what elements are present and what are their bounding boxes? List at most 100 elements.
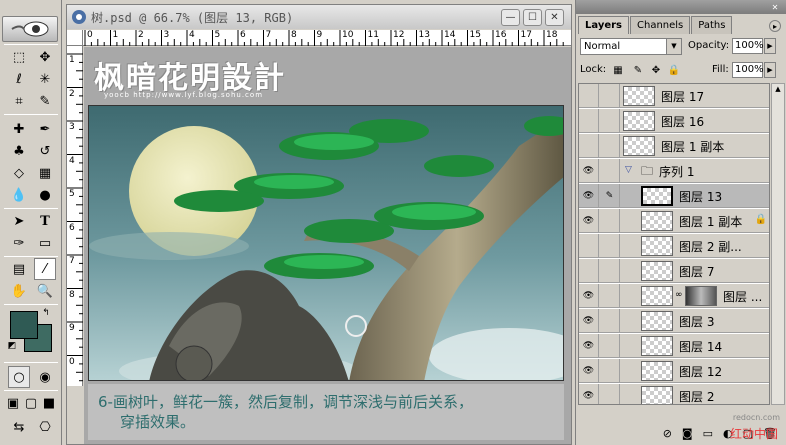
visibility-eye-icon[interactable]: [579, 134, 599, 157]
palette-close-icon[interactable]: ✕: [769, 1, 781, 13]
tab-paths[interactable]: Paths: [691, 16, 733, 34]
type-tool-icon[interactable]: T: [34, 210, 56, 232]
palette-menu-icon[interactable]: ▸: [769, 20, 781, 32]
layer-row[interactable]: 👁 图层 2: [579, 384, 769, 404]
zoom-tool-icon[interactable]: 🔍: [34, 280, 56, 302]
layer-row[interactable]: 图层 2 副...: [579, 234, 769, 258]
fill-arrow-icon[interactable]: ▶: [764, 62, 776, 78]
shape-tool-icon[interactable]: ▭: [34, 232, 56, 254]
layer-list-scrollbar[interactable]: ▲: [771, 83, 785, 405]
minimize-button[interactable]: —: [501, 9, 520, 26]
layer-mask-thumbnail[interactable]: [685, 286, 717, 306]
visibility-eye-icon[interactable]: [579, 84, 599, 107]
layer-row[interactable]: 图层 7: [579, 259, 769, 283]
artwork-canvas[interactable]: [88, 105, 564, 381]
link-cell[interactable]: [600, 84, 620, 107]
link-cell[interactable]: [600, 359, 620, 382]
scroll-up-icon[interactable]: ▲: [773, 85, 783, 95]
lock-pixels-icon[interactable]: ✎: [632, 64, 644, 76]
layer-row[interactable]: 👁 ▽ 🗀 序列 1: [579, 159, 769, 183]
imageready-icon[interactable]: ⎔: [34, 416, 56, 438]
clone-stamp-icon[interactable]: ♣: [8, 140, 30, 162]
lasso-tool-icon[interactable]: ℓ: [8, 68, 30, 90]
healing-brush-icon[interactable]: ✚: [8, 118, 30, 140]
mask-link-icon[interactable]: ∞: [675, 290, 683, 300]
standard-screen-icon[interactable]: ▣: [4, 392, 22, 414]
group-expand-icon[interactable]: ▽: [625, 165, 632, 175]
visibility-eye-icon[interactable]: 👁: [579, 159, 599, 182]
link-cell[interactable]: [600, 384, 620, 404]
layer-set-icon[interactable]: ▭: [703, 427, 713, 440]
visibility-eye-icon[interactable]: 👁: [579, 184, 599, 207]
quick-mask-icon[interactable]: ◉: [34, 366, 56, 388]
add-mask-icon[interactable]: ◙: [682, 427, 693, 440]
layer-row[interactable]: 👁 图层 12: [579, 359, 769, 383]
visibility-eye-icon[interactable]: 👁: [579, 359, 599, 382]
link-cell[interactable]: [600, 259, 620, 282]
link-cell[interactable]: [600, 209, 620, 232]
tab-channels[interactable]: Channels: [630, 16, 691, 34]
layer-row[interactable]: 图层 16: [579, 109, 769, 133]
move-tool-icon[interactable]: ✥: [34, 46, 56, 68]
link-cell[interactable]: [600, 134, 620, 157]
link-cell[interactable]: [600, 109, 620, 132]
gradient-tool-icon[interactable]: ▦: [34, 162, 56, 184]
hand-tool-icon[interactable]: ✋: [8, 280, 30, 302]
slice-tool-icon[interactable]: ✎: [34, 90, 56, 112]
eraser-tool-icon[interactable]: ◇: [8, 162, 30, 184]
horizontal-ruler[interactable]: 0 1 2 3 4 5 6 7 8 9 10 11 12 13 14 15 16 17 18: [83, 30, 571, 46]
visibility-eye-icon[interactable]: 👁: [579, 309, 599, 332]
layer-row[interactable]: 👁 ∞ 图层 ...: [579, 284, 769, 308]
brush-tool-icon[interactable]: ✒: [34, 118, 56, 140]
layer-row[interactable]: 👁 图层 1 副本 🔒: [579, 209, 769, 233]
layer-row[interactable]: 👁 图层 14: [579, 334, 769, 358]
document-titlebar[interactable]: 树.psd @ 66.7% (图层 13, RGB): [67, 5, 571, 29]
opacity-field[interactable]: 100%: [732, 38, 764, 54]
full-screen-menu-icon[interactable]: ▢: [22, 392, 40, 414]
full-screen-icon[interactable]: ■: [40, 392, 58, 414]
close-button[interactable]: ✕: [545, 9, 564, 26]
fill-field[interactable]: 100%: [732, 62, 764, 78]
link-cell[interactable]: [600, 309, 620, 332]
blur-tool-icon[interactable]: 💧: [8, 184, 30, 206]
maximize-button[interactable]: ☐: [523, 9, 542, 26]
link-cell[interactable]: [600, 234, 620, 257]
pen-tool-icon[interactable]: ✑: [8, 232, 30, 254]
visibility-eye-icon[interactable]: 👁: [579, 284, 599, 307]
crop-tool-icon[interactable]: ⌗: [8, 90, 30, 112]
lock-position-icon[interactable]: ✥: [650, 64, 662, 76]
palette-titlebar[interactable]: [576, 0, 786, 14]
brush-indicator-icon[interactable]: ✎: [600, 184, 620, 207]
magic-wand-icon[interactable]: ✳: [34, 68, 56, 90]
layer-row[interactable]: 图层 1 副本: [579, 134, 769, 158]
dodge-tool-icon[interactable]: ●: [34, 184, 56, 206]
lock-transparency-icon[interactable]: ▦: [612, 64, 624, 76]
visibility-eye-icon[interactable]: 👁: [579, 384, 599, 404]
vertical-ruler[interactable]: 1 2 3 4 5 6 7 8 9 0: [67, 46, 83, 386]
link-cell[interactable]: [600, 284, 620, 307]
eyedropper-tool-icon[interactable]: ⁄: [34, 258, 56, 280]
layer-row[interactable]: 图层 17: [579, 84, 769, 108]
opacity-arrow-icon[interactable]: ▶: [764, 38, 776, 54]
visibility-eye-icon[interactable]: [579, 259, 599, 282]
foreground-color-swatch[interactable]: [10, 311, 38, 339]
link-cell[interactable]: [600, 159, 620, 182]
marquee-tool-icon[interactable]: ⬚: [8, 46, 30, 68]
layer-row[interactable]: 👁 图层 3: [579, 309, 769, 333]
visibility-eye-icon[interactable]: 👁: [579, 209, 599, 232]
visibility-eye-icon[interactable]: [579, 109, 599, 132]
swap-colors-icon[interactable]: ↰: [40, 307, 52, 319]
visibility-eye-icon[interactable]: [579, 234, 599, 257]
layer-row[interactable]: 👁 ✎ 图层 13: [579, 184, 769, 208]
lock-all-icon[interactable]: 🔒: [668, 64, 680, 76]
default-colors-icon[interactable]: ◩: [6, 340, 18, 352]
visibility-eye-icon[interactable]: 👁: [579, 334, 599, 357]
jump-to-imageready-icon[interactable]: ⇆: [8, 416, 30, 438]
notes-tool-icon[interactable]: ▤: [8, 258, 30, 280]
link-cell[interactable]: [600, 334, 620, 357]
ruler-origin[interactable]: [67, 30, 83, 46]
path-select-icon[interactable]: ➤: [8, 210, 30, 232]
canvas-area[interactable]: 枫暗花明設計 yoocb http://www.lyf.blog.sohu.co…: [84, 47, 571, 444]
history-brush-icon[interactable]: ↺: [34, 140, 56, 162]
tab-layers[interactable]: Layers: [578, 16, 629, 34]
